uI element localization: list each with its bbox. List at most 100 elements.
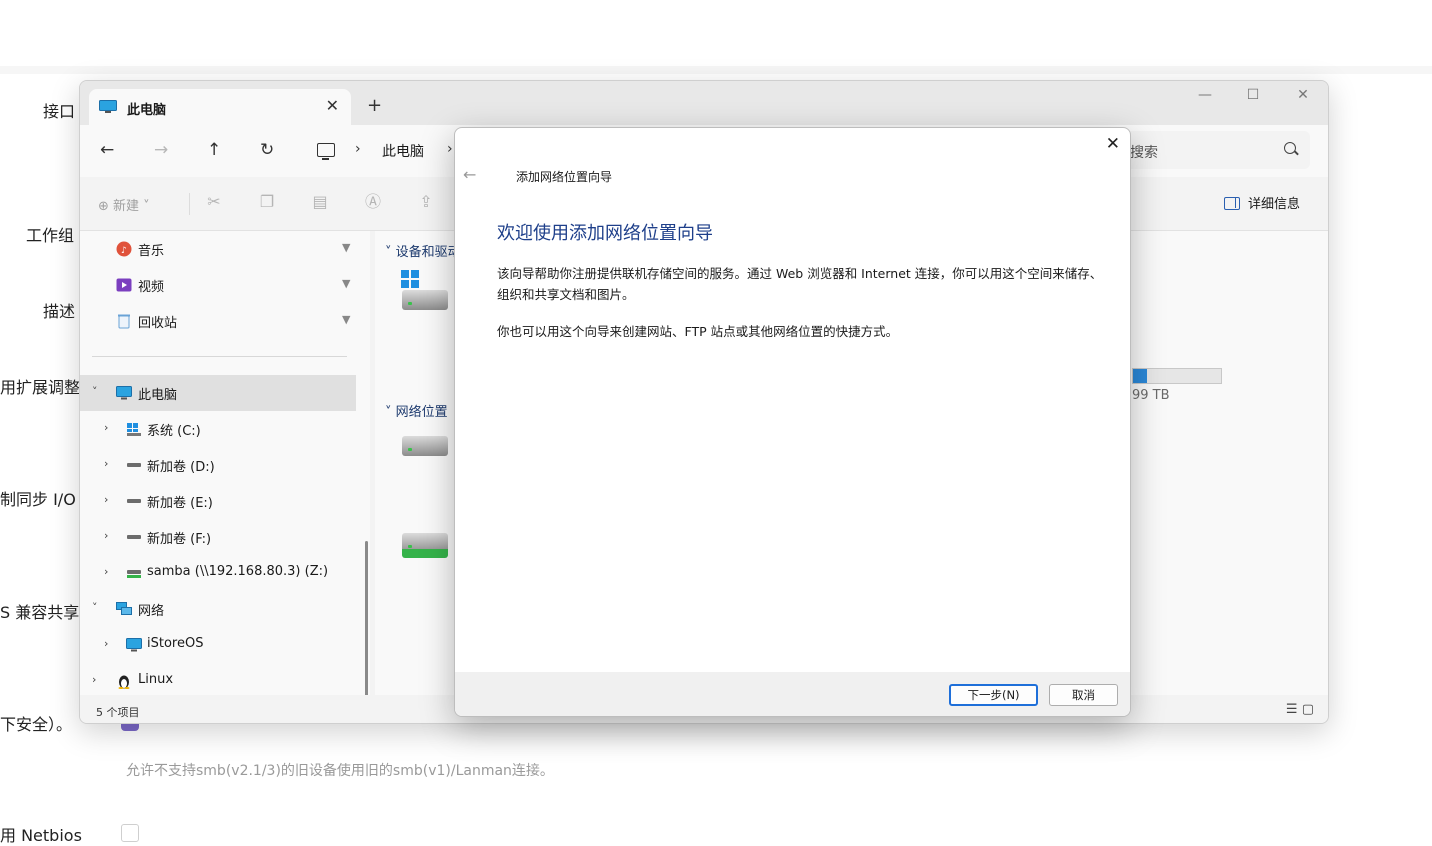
wizard-back-button[interactable]: ← — [463, 165, 476, 184]
capacity-text: 99 TB — [1132, 388, 1170, 403]
minimize-button[interactable]: — — [1190, 87, 1220, 103]
close-window-button[interactable]: ✕ — [1288, 87, 1318, 103]
wizard-heading: 欢迎使用添加网络位置向导 — [497, 223, 713, 244]
sidebar-item-label: 音乐 — [138, 244, 165, 259]
cancel-button[interactable]: 取消 — [1049, 684, 1118, 706]
sidebar-item-label: 回收站 — [138, 316, 178, 331]
details-pane-icon — [1224, 197, 1240, 210]
sidebar-item-label: 新加卷 (D:) — [147, 460, 215, 475]
paste-icon[interactable]: ▤ — [311, 193, 329, 211]
address-bar[interactable]: › 此电脑 › — [307, 131, 457, 169]
next-button[interactable]: 下一步(N) — [949, 684, 1038, 706]
chevron-right-icon[interactable]: › — [92, 673, 96, 686]
capacity-fill — [1133, 369, 1148, 383]
item-count: 5 个项目 — [96, 706, 140, 719]
group-header-network[interactable]: ˅ 网络位置 — [385, 401, 448, 420]
sidebar-item-drive-e[interactable]: › 新加卷 (E:) — [80, 483, 356, 519]
netbios-checkbox[interactable] — [121, 824, 139, 842]
header-divider — [0, 66, 1432, 74]
sidebar-item-music[interactable]: ♪ 音乐 ▼ — [80, 231, 356, 267]
tab-title: 此电脑 — [127, 103, 167, 118]
drive-icon — [127, 499, 141, 503]
sidebar-item-this-pc[interactable]: ˅ 此电脑 — [80, 375, 356, 411]
view-toggle-icons[interactable]: ☰ ▢ — [1286, 702, 1314, 717]
sidebar-item-samba-z[interactable]: › samba (\\192.168.80.3) (Z:) — [80, 555, 356, 591]
chevron-down-icon[interactable]: ˅ — [92, 601, 98, 614]
sidebar-item-drive-c[interactable]: › 系统 (C:) — [80, 411, 356, 447]
computer-icon — [317, 143, 335, 160]
sidebar-item-label: 新加卷 (E:) — [147, 496, 213, 511]
forward-button[interactable]: → — [154, 140, 168, 160]
sidebar-divider — [92, 356, 347, 357]
wizard-footer: 下一步(N) 取消 — [455, 672, 1130, 716]
linux-penguin-icon — [118, 675, 130, 689]
chevron-down-icon[interactable]: ˅ — [92, 385, 98, 398]
video-icon — [116, 278, 132, 292]
drive-c-tile-icon[interactable] — [402, 290, 448, 310]
label-workgroup: 工作组 — [26, 226, 75, 245]
sidebar-item-label: Linux — [138, 672, 174, 687]
label-interface: 接口 — [43, 102, 76, 121]
drive-tile-icon[interactable] — [402, 436, 448, 456]
search-placeholder: 搜索 — [1130, 145, 1158, 161]
new-button[interactable]: ⊕ 新建 ˅ — [98, 195, 150, 214]
chevron-right-icon[interactable]: › — [104, 421, 108, 434]
up-button[interactable]: ↑ — [207, 140, 221, 160]
chevron-right-icon[interactable]: › — [104, 457, 108, 470]
group-header-devices[interactable]: ˅ 设备和驱动 — [385, 241, 461, 260]
sidebar-item-network[interactable]: ˅ 网络 — [80, 591, 356, 627]
copy-icon[interactable]: ❐ — [258, 193, 276, 211]
chevron-right-icon[interactable]: › — [104, 529, 108, 542]
capacity-bar — [1132, 368, 1222, 384]
drive-icon — [127, 463, 141, 467]
sidebar-item-label: 新加卷 (F:) — [147, 532, 212, 547]
new-tab-button[interactable]: + — [367, 95, 382, 116]
breadcrumb-this-pc[interactable]: 此电脑 — [382, 141, 424, 161]
tab-this-pc[interactable]: 此电脑 ✕ — [89, 89, 351, 125]
breadcrumb-separator: › — [447, 141, 453, 157]
details-button[interactable]: 详细信息 — [1224, 193, 1300, 212]
computer-icon — [126, 638, 142, 652]
maximize-button[interactable]: ☐ — [1238, 87, 1268, 103]
refresh-button[interactable]: ↻ — [260, 140, 274, 160]
pin-icon[interactable]: ▼ — [342, 313, 350, 326]
sidebar-item-label: samba (\\192.168.80.3) (Z:) — [147, 564, 329, 579]
sidebar-item-drive-d[interactable]: › 新加卷 (D:) — [80, 447, 356, 483]
share-icon[interactable]: ⇪ — [417, 193, 435, 211]
sidebar-item-istoreos[interactable]: › iStoreOS — [80, 627, 356, 663]
pin-icon[interactable]: ▼ — [342, 277, 350, 290]
windows-drive-icon — [127, 423, 141, 436]
back-button[interactable]: ← — [100, 140, 114, 160]
rename-icon[interactable]: Ⓐ — [364, 193, 382, 211]
group-header-label: 网络位置 — [395, 405, 448, 420]
music-icon: ♪ — [116, 241, 132, 257]
wizard-title: 添加网络位置向导 — [516, 170, 613, 184]
wizard-intro-text: 该向导帮助你注册提供联机存储空间的服务。通过 Web 浏览器和 Internet… — [497, 266, 1103, 302]
label-netbios: 用 Netbios — [0, 826, 82, 845]
sidebar-item-label: 系统 (C:) — [147, 424, 201, 439]
group-header-label: 设备和驱动 — [395, 245, 461, 260]
pin-icon[interactable]: ▼ — [342, 241, 350, 254]
search-icon — [1284, 142, 1296, 154]
sidebar-item-label: 视频 — [138, 280, 165, 295]
search-box[interactable]: 搜索 — [1120, 131, 1310, 169]
sidebar-item-linux[interactable]: › Linux — [80, 663, 356, 699]
sidebar-item-label: 此电脑 — [138, 388, 178, 403]
sidebar-item-label: iStoreOS — [147, 636, 204, 651]
sidebar-item-drive-f[interactable]: › 新加卷 (F:) — [80, 519, 356, 555]
chevron-right-icon[interactable]: › — [104, 565, 108, 578]
chevron-right-icon[interactable]: › — [104, 493, 108, 506]
cut-icon[interactable]: ✂ — [205, 193, 223, 211]
chevron-right-icon[interactable]: › — [104, 637, 108, 650]
network-icon — [116, 602, 132, 615]
network-drive-base — [402, 549, 448, 558]
wizard-close-button[interactable]: ✕ — [1106, 134, 1120, 154]
tab-close-icon[interactable]: ✕ — [326, 96, 339, 115]
sidebar-item-video[interactable]: 视频 ▼ — [80, 267, 356, 303]
label-extend: 用扩展调整 — [0, 378, 81, 397]
title-bar: 此电脑 ✕ + — ☐ ✕ — [80, 81, 1328, 125]
details-label: 详细信息 — [1248, 197, 1301, 212]
sidebar-item-recycle-bin[interactable]: 回收站 ▼ — [80, 303, 356, 339]
breadcrumb-separator: › — [355, 141, 361, 157]
label-compat-share: S 兼容共享 — [0, 603, 80, 622]
